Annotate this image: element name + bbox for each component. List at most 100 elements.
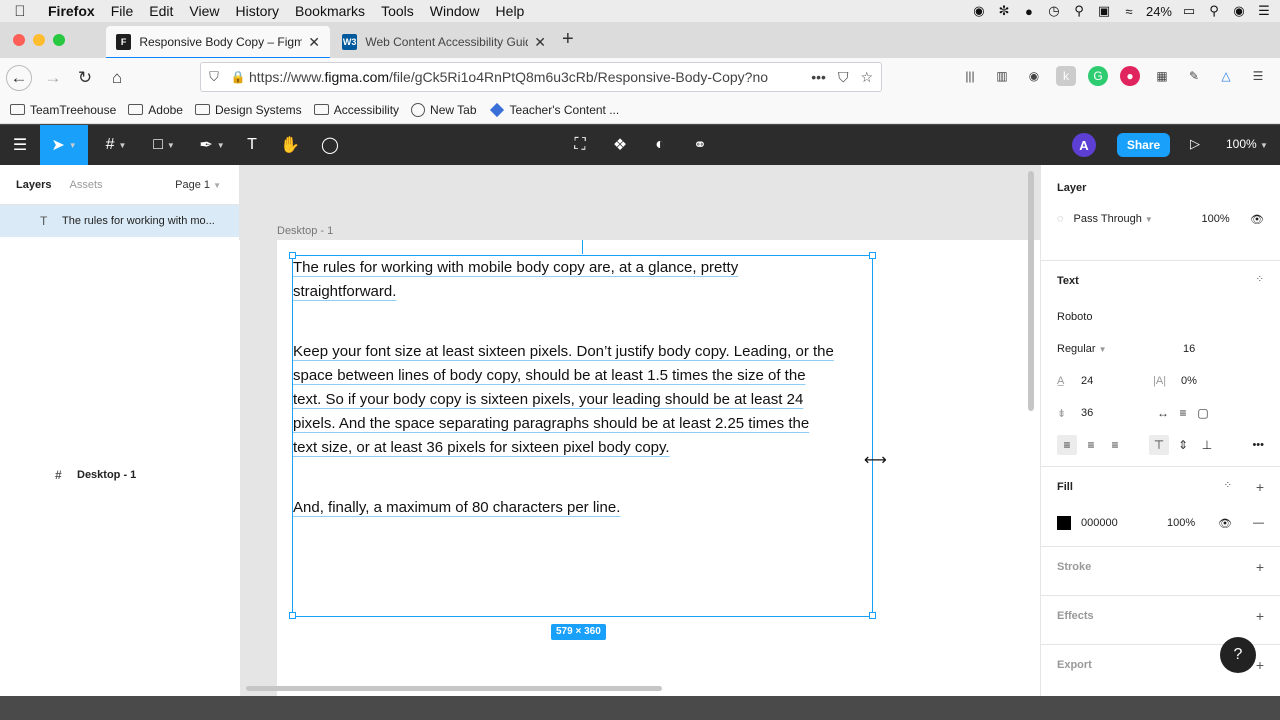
lock-icon[interactable]: 🔒 xyxy=(227,70,249,84)
fill-opacity-input[interactable]: 100% xyxy=(1167,517,1195,529)
layer-text[interactable]: T The rules for working with mo... xyxy=(0,205,239,237)
control-center-icon[interactable]: ☰ xyxy=(1256,3,1272,19)
sidebar-icon[interactable]: ▥ xyxy=(992,66,1012,86)
selection-box[interactable] xyxy=(292,255,873,617)
user-avatar[interactable]: A xyxy=(1072,133,1096,157)
back-arrow-icon[interactable]: ← xyxy=(6,65,32,91)
shape-tool-icon[interactable]: □ ▼ xyxy=(144,125,184,165)
eyedropper-icon[interactable]: ✎ xyxy=(1184,66,1204,86)
hand-tool-icon[interactable]: ✋ xyxy=(278,125,302,165)
extension-red-icon[interactable]: ● xyxy=(1120,66,1140,86)
pen-tool-icon[interactable]: ✒ ▼ xyxy=(192,125,232,165)
battery-icon[interactable]: ▭ xyxy=(1181,3,1197,19)
menu-tools[interactable]: Tools xyxy=(373,3,422,19)
align-middle-icon[interactable]: ⇕ xyxy=(1173,435,1193,455)
more-options-icon[interactable]: ••• xyxy=(1252,439,1264,451)
bookmark-new-tab[interactable]: New Tab xyxy=(411,102,477,117)
bookmark-teamtreehouse[interactable]: TeamTreehouse xyxy=(10,103,116,117)
bookmark-star-icon[interactable]: ☆ xyxy=(860,69,873,86)
page-selector[interactable]: Page 1 ▼ xyxy=(175,179,221,191)
align-right-icon[interactable]: ≡ xyxy=(1105,435,1125,455)
add-fill-icon[interactable]: + xyxy=(1256,479,1264,495)
frame-tool-icon[interactable]: # ▼ xyxy=(96,125,136,165)
new-tab-icon[interactable]: + xyxy=(562,28,574,51)
url-bar[interactable]: ⛉ 🔒 https://www.figma.com/file/gCk5Ri1o4… xyxy=(200,62,882,92)
font-weight-select[interactable]: Regular ▼ xyxy=(1057,343,1183,355)
bookmark-adobe[interactable]: Adobe xyxy=(128,103,183,117)
window-zoom-icon[interactable] xyxy=(53,34,65,46)
main-menu-icon[interactable]: ☰ xyxy=(8,125,32,165)
link-icon[interactable]: ⚭ xyxy=(688,125,712,165)
apple-menu-icon[interactable]:  xyxy=(0,3,40,20)
menu-app-name[interactable]: Firefox xyxy=(40,3,103,19)
github-icon[interactable]: ● xyxy=(1021,3,1037,19)
vertical-scrollbar[interactable] xyxy=(1028,171,1034,411)
magnifier-icon[interactable]: ⚲ xyxy=(1071,3,1087,19)
visibility-eye-icon[interactable]: 👁 xyxy=(1250,213,1264,226)
menu-history[interactable]: History xyxy=(227,3,287,19)
share-button[interactable]: Share xyxy=(1117,133,1170,157)
menu-bookmarks[interactable]: Bookmarks xyxy=(287,3,373,19)
move-tool-icon[interactable]: ➤ ▼ xyxy=(40,125,88,165)
forward-arrow-icon[interactable]: → xyxy=(40,65,66,91)
menu-help[interactable]: Help xyxy=(488,3,533,19)
text-styles-grid-icon[interactable]: ⁘ xyxy=(1256,274,1264,285)
tab-close-icon[interactable]: ✕ xyxy=(534,34,546,51)
tab-close-icon[interactable]: ✕ xyxy=(308,34,320,51)
hamburger-menu-icon[interactable]: ☰ xyxy=(1248,66,1268,86)
add-stroke-icon[interactable]: + xyxy=(1256,559,1264,575)
auto-height-icon[interactable]: ≡ xyxy=(1173,403,1193,423)
tab-layers[interactable]: Layers xyxy=(16,179,51,191)
font-family-select[interactable]: Roboto xyxy=(1057,311,1092,323)
screen-icon[interactable]: ▣ xyxy=(1096,3,1112,19)
tab-assets[interactable]: Assets xyxy=(69,179,102,191)
extension-bars-icon[interactable]: ▦ xyxy=(1152,66,1172,86)
tab-figma[interactable]: F Responsive Body Copy – Figma ✕ xyxy=(106,26,330,58)
resize-frame-icon[interactable]: ⛶ xyxy=(568,125,592,165)
tracking-shield-icon[interactable]: ⛉ xyxy=(201,69,227,85)
account-icon[interactable]: ◉ xyxy=(1024,66,1044,86)
extension-k-icon[interactable]: k xyxy=(1056,66,1076,86)
align-top-icon[interactable]: ⊤ xyxy=(1149,435,1169,455)
canvas[interactable]: Desktop - 1 The rules for working with m… xyxy=(240,165,1040,696)
bookmark-teachers-content[interactable]: Teacher's Content ... xyxy=(489,102,619,117)
home-icon[interactable]: ⌂ xyxy=(104,65,130,91)
frame-label[interactable]: Desktop - 1 xyxy=(277,225,333,237)
blend-mode-select[interactable]: Pass Through ▼ xyxy=(1074,213,1194,225)
text-tool-icon[interactable]: T xyxy=(240,125,264,165)
components-icon[interactable]: ❖ xyxy=(608,125,632,165)
spotlight-search-icon[interactable]: ⚲ xyxy=(1206,3,1222,19)
tab-wcag[interactable]: W3 Web Content Accessibility Guid ✕ xyxy=(332,26,556,58)
fill-hex-input[interactable]: 000000 xyxy=(1081,517,1167,529)
siri-icon[interactable]: ◉ xyxy=(1231,3,1247,19)
horizontal-scrollbar[interactable] xyxy=(246,686,662,691)
fill-color-swatch[interactable] xyxy=(1057,516,1071,530)
menu-window[interactable]: Window xyxy=(422,3,488,19)
present-play-icon[interactable]: ▷ xyxy=(1190,136,1200,152)
help-button[interactable]: ? xyxy=(1220,637,1256,673)
paragraph-spacing-input[interactable]: 36 xyxy=(1081,407,1153,419)
line-height-input[interactable]: 24 xyxy=(1081,375,1153,387)
creative-cloud-icon[interactable]: ✼ xyxy=(996,3,1012,19)
window-minimize-icon[interactable] xyxy=(33,34,45,46)
reload-icon[interactable]: ↻ xyxy=(72,65,98,91)
bookmark-accessibility[interactable]: Accessibility xyxy=(313,103,399,117)
align-bottom-icon[interactable]: ⊥ xyxy=(1197,435,1217,455)
grammarly-icon[interactable]: G xyxy=(1088,66,1108,86)
zoom-level[interactable]: 100% ▼ xyxy=(1226,137,1268,151)
vpn-icon[interactable]: ◉ xyxy=(971,3,987,19)
letter-spacing-input[interactable]: 0% xyxy=(1181,375,1197,387)
timer-icon[interactable]: ◷ xyxy=(1046,3,1062,19)
align-left-icon[interactable]: ≡ xyxy=(1057,435,1077,455)
resize-handle-top-right[interactable] xyxy=(869,252,876,259)
menu-edit[interactable]: Edit xyxy=(141,3,181,19)
auto-width-icon[interactable]: ↔ xyxy=(1153,403,1173,423)
menu-file[interactable]: File xyxy=(103,3,142,19)
library-icon[interactable]: ||| xyxy=(960,66,980,86)
wifi-icon[interactable]: ≈ xyxy=(1121,3,1137,19)
fill-visibility-eye-icon[interactable]: 👁 xyxy=(1218,517,1232,530)
extension-triangle-icon[interactable]: △ xyxy=(1216,66,1236,86)
mask-icon[interactable]: ◐ xyxy=(648,125,672,165)
align-center-icon[interactable]: ≡ xyxy=(1081,435,1101,455)
font-size-input[interactable]: 16 xyxy=(1183,343,1195,355)
